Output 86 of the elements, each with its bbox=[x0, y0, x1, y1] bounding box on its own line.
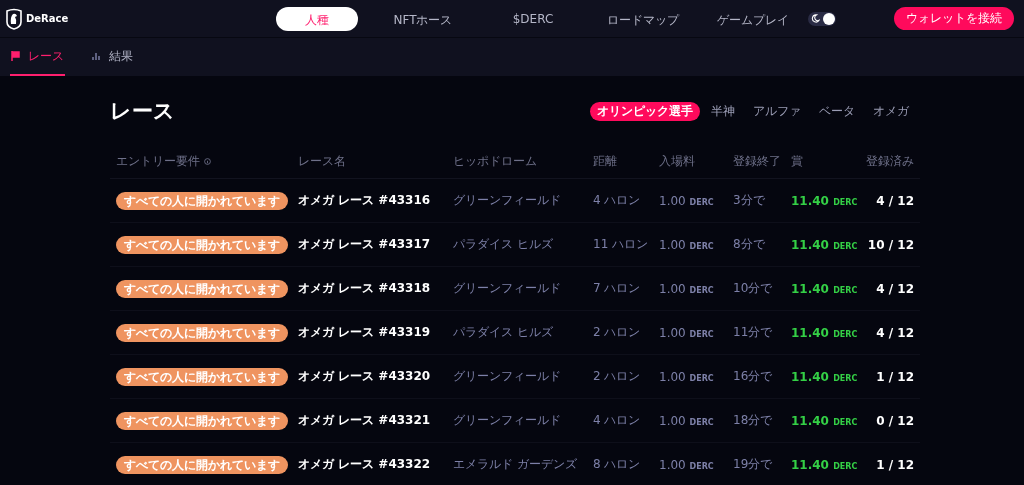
table-cell: グリーンフィールド bbox=[453, 354, 593, 399]
table-cell: 11.40 DERC bbox=[791, 178, 866, 223]
connect-wallet-button[interactable]: ウォレットを接続 bbox=[894, 7, 1014, 30]
table-cell: 1 / 12 bbox=[866, 442, 920, 485]
table-cell: 11.40 DERC bbox=[791, 266, 866, 311]
table-cell: 0 / 12 bbox=[866, 398, 920, 443]
table-cell: オメガ レース #43316 bbox=[298, 178, 453, 223]
column-header: 入場料 bbox=[659, 144, 733, 179]
table-cell: 1.00 DERC bbox=[659, 222, 733, 267]
table-cell: オメガ レース #43318 bbox=[298, 266, 453, 311]
shield-logo-icon[interactable] bbox=[6, 7, 22, 30]
table-cell: 11分で bbox=[733, 310, 791, 355]
table-cell: オメガ レース #43321 bbox=[298, 398, 453, 443]
column-header: 賞 bbox=[791, 144, 866, 179]
table-cell: 11.40 DERC bbox=[791, 442, 866, 485]
table-cell: 1.00 DERC bbox=[659, 354, 733, 399]
entry-badge: すべての人に開かれています bbox=[116, 279, 288, 298]
toggle-knob bbox=[823, 12, 835, 25]
brand-name: DeRace bbox=[26, 13, 69, 24]
flag-icon bbox=[11, 51, 20, 61]
class-filter-tab[interactable]: オリンピック選手 bbox=[590, 101, 700, 121]
theme-toggle[interactable] bbox=[808, 11, 836, 26]
table-cell: 7 ハロン bbox=[593, 266, 659, 311]
table-cell: 4 ハロン bbox=[593, 398, 659, 443]
nav-tab[interactable]: ゲームプレイ bbox=[698, 6, 808, 31]
nav-tab[interactable]: NFTホース bbox=[368, 6, 478, 31]
column-header: 登録終了 bbox=[733, 144, 791, 179]
entry-badge: すべての人に開かれています bbox=[116, 455, 288, 474]
nav-tab[interactable]: $DERC bbox=[478, 6, 588, 31]
table-cell: オメガ レース #43319 bbox=[298, 310, 453, 355]
column-header: エントリー要件 bbox=[116, 152, 200, 170]
table-cell: パラダイス ヒルズ bbox=[453, 310, 593, 355]
table-cell: 11.40 DERC bbox=[791, 398, 866, 443]
table-cell: 1 / 12 bbox=[866, 354, 920, 399]
table-cell: 2 ハロン bbox=[593, 310, 659, 355]
table-cell: パラダイス ヒルズ bbox=[453, 222, 593, 267]
table-cell: 1.00 DERC bbox=[659, 442, 733, 485]
column-header: 登録済み bbox=[866, 144, 920, 179]
table-cell: グリーンフィールド bbox=[453, 398, 593, 443]
entry-badge: すべての人に開かれています bbox=[116, 235, 288, 254]
entry-badge: すべての人に開かれています bbox=[116, 191, 288, 210]
table-cell: 1.00 DERC bbox=[659, 398, 733, 443]
page-title: レース bbox=[110, 98, 175, 125]
entry-badge: すべての人に開かれています bbox=[116, 323, 288, 342]
table-cell: グリーンフィールド bbox=[453, 178, 593, 223]
table-cell: オメガ レース #43320 bbox=[298, 354, 453, 399]
table-cell: 11.40 DERC bbox=[791, 222, 866, 267]
table-cell: 1.00 DERC bbox=[659, 310, 733, 355]
table-cell: 10 / 12 bbox=[866, 222, 920, 267]
table-cell: 4 / 12 bbox=[866, 266, 920, 311]
table-cell: 18分で bbox=[733, 398, 791, 443]
table-cell: エメラルド ガーデンズ bbox=[453, 442, 593, 485]
table-cell: 2 ハロン bbox=[593, 354, 659, 399]
entry-badge: すべての人に開かれています bbox=[116, 367, 288, 386]
table-cell: 4 / 12 bbox=[866, 310, 920, 355]
column-header: ヒッポドローム bbox=[453, 144, 593, 179]
table-cell: オメガ レース #43317 bbox=[298, 222, 453, 267]
table-cell: 8 ハロン bbox=[593, 442, 659, 485]
entry-badge: すべての人に開かれています bbox=[116, 411, 288, 430]
table-cell: グリーンフィールド bbox=[453, 266, 593, 311]
table-cell: 10分で bbox=[733, 266, 791, 311]
nav-tab[interactable]: ロードマップ bbox=[588, 6, 698, 31]
table-cell: 4 / 12 bbox=[866, 178, 920, 223]
table-cell: 1.00 DERC bbox=[659, 178, 733, 223]
table-cell: 3分で bbox=[733, 178, 791, 223]
class-filter-tab[interactable]: オメガ bbox=[866, 101, 916, 121]
class-filter-tab[interactable]: ベータ bbox=[812, 101, 862, 121]
info-icon bbox=[204, 157, 211, 165]
page-tab[interactable]: レース bbox=[10, 38, 65, 76]
moon-icon bbox=[811, 14, 820, 23]
table-cell: 16分で bbox=[733, 354, 791, 399]
table-cell: 11.40 DERC bbox=[791, 310, 866, 355]
bar-chart-icon bbox=[92, 52, 101, 60]
table-cell: 19分で bbox=[733, 442, 791, 485]
table-cell: 11 ハロン bbox=[593, 222, 659, 267]
nav-tab[interactable]: 人種 bbox=[276, 6, 358, 31]
table-cell: オメガ レース #43322 bbox=[298, 442, 453, 485]
column-header: レース名 bbox=[298, 144, 453, 179]
class-filter-tab[interactable]: 半神 bbox=[704, 101, 742, 121]
table-cell: 1.00 DERC bbox=[659, 266, 733, 311]
table-cell: 8分で bbox=[733, 222, 791, 267]
table-cell: 11.40 DERC bbox=[791, 354, 866, 399]
page-tab[interactable]: 結果 bbox=[91, 38, 134, 76]
table-cell: 4 ハロン bbox=[593, 178, 659, 223]
class-filter-tab[interactable]: アルファ bbox=[746, 101, 808, 121]
column-header: 距離 bbox=[593, 144, 659, 179]
